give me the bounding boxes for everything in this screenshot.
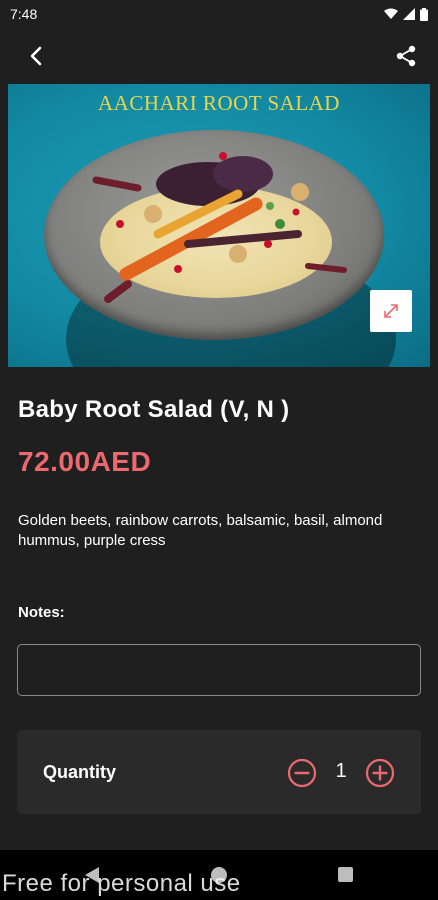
minus-circle-icon bbox=[287, 758, 317, 788]
image-caption: AACHARI ROOT SALAD bbox=[98, 91, 340, 115]
share-icon bbox=[396, 45, 416, 67]
notes-input[interactable] bbox=[17, 644, 421, 696]
status-icons bbox=[384, 7, 428, 21]
quantity-label: Quantity bbox=[43, 762, 117, 782]
expand-icon bbox=[384, 304, 398, 318]
status-time: 7:48 bbox=[10, 6, 38, 22]
item-description: Golden beets, rainbow carrots, balsamic,… bbox=[18, 512, 383, 549]
app-bar bbox=[0, 28, 438, 84]
decrement-button[interactable] bbox=[287, 758, 317, 788]
status-bar: 7:48 bbox=[0, 0, 438, 28]
dish-image[interactable]: AACHARI ROOT SALAD bbox=[8, 84, 430, 367]
quantity-value: 1 bbox=[335, 760, 347, 782]
nav-recents-icon[interactable] bbox=[338, 867, 353, 882]
item-price: 72.00AED bbox=[18, 446, 152, 477]
increment-button[interactable] bbox=[365, 758, 395, 788]
battery-icon bbox=[420, 7, 428, 21]
expand-image-button[interactable] bbox=[370, 290, 412, 332]
notes-label: Notes: bbox=[18, 604, 65, 621]
chevron-left-icon bbox=[30, 46, 42, 66]
quantity-panel: Quantity 1 bbox=[17, 730, 421, 814]
item-title: Baby Root Salad (V, N ) bbox=[18, 396, 290, 423]
salad-garnish bbox=[92, 152, 347, 303]
wifi-icon bbox=[384, 8, 398, 19]
watermark: Free for personal use bbox=[2, 870, 241, 897]
plus-circle-icon bbox=[365, 758, 395, 788]
share-button[interactable] bbox=[392, 42, 420, 70]
signal-icon bbox=[403, 8, 415, 20]
back-button[interactable] bbox=[22, 42, 50, 70]
